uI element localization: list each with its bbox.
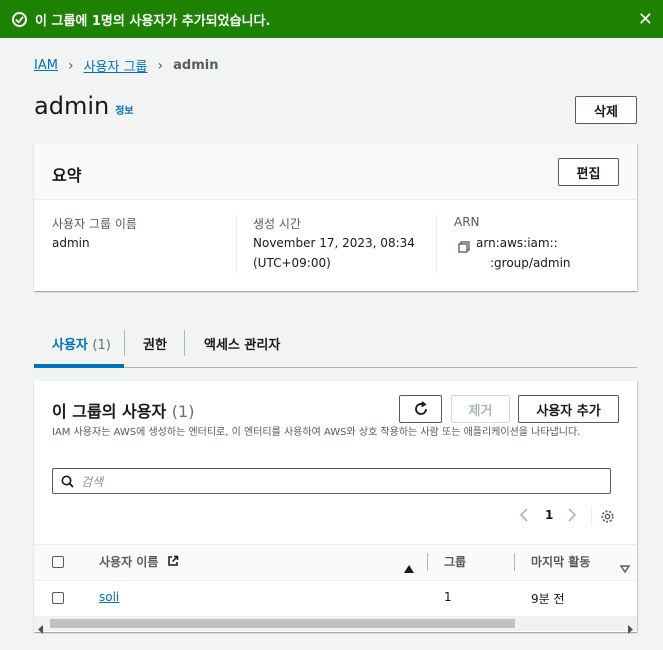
tab-bar: 사용자 (1) 권한 액세스 관리자 [34,320,637,368]
tab-users-count: (1) [92,338,111,353]
tab-access-advisor[interactable]: 액세스 관리자 [204,334,280,353]
tab-users[interactable]: 사용자 (1) [52,334,111,353]
row-checkbox[interactable] [52,592,64,604]
next-page-icon[interactable] [567,507,577,527]
created-time-label: 생성 시간 [253,217,301,231]
copy-icon[interactable] [458,238,470,257]
chevron-right-icon: › [67,57,74,74]
summary-title: 요약 [52,166,82,185]
scroll-left-icon[interactable] [38,619,44,638]
previous-page-icon[interactable] [519,507,529,527]
close-icon[interactable]: ✕ [638,9,653,30]
refresh-icon [414,401,427,415]
success-flash-banner: 이 그룹에 1명의 사용자가 추가되었습니다. ✕ [0,0,663,38]
gear-icon[interactable] [600,509,615,528]
active-tab-indicator [34,364,124,368]
page-number[interactable]: 1 [545,508,553,522]
horizontal-scrollbar[interactable] [34,616,637,634]
external-link-icon [167,555,178,566]
users-panel-title-text: 이 그룹의 사용자 [52,402,167,421]
tab-permissions[interactable]: 권한 [143,334,167,353]
info-link[interactable]: 정보 [115,106,133,117]
users-panel-description: IAM 사용자는 AWS에 생성하는 엔터티로, 이 엔터티를 사용하여 AWS… [52,427,581,438]
tab-divider [124,330,125,356]
search-icon [61,475,74,491]
column-user-name-label: 사용자 이름 [99,555,159,569]
user-last-activity: 9분 전 [531,592,565,606]
select-all-checkbox[interactable] [52,556,64,568]
edit-button[interactable]: 편집 [558,158,619,186]
column-last-activity[interactable]: 마지막 활동 [531,553,590,570]
remove-button[interactable]: 제거 [451,395,510,423]
created-time-value: November 17, 2023, 08:34 [253,236,415,250]
column-divider [514,553,515,571]
scrollbar-thumb[interactable] [50,619,515,628]
column-groups[interactable]: 그룹 [444,553,466,570]
sort-ascending-icon[interactable] [404,558,414,577]
page-title-text: admin [34,92,110,120]
delete-button[interactable]: 삭제 [575,96,637,124]
breadcrumb-current: admin [173,58,219,73]
breadcrumb-iam-link[interactable]: IAM [34,58,58,73]
column-divider [436,214,437,274]
users-count: (1) [171,402,195,421]
page-title: admin 정보 [34,92,134,120]
summary-header [34,144,637,200]
arn-value-line2: :group/admin [490,256,571,270]
group-name-value: admin [52,236,90,250]
sort-icon[interactable] [619,558,631,577]
user-name-link[interactable]: soli [99,590,119,604]
user-groups-count: 1 [444,590,452,604]
flash-message: 이 그룹에 1명의 사용자가 추가되었습니다. [35,13,271,29]
scroll-right-icon[interactable] [627,619,633,638]
search-input[interactable]: 검색 [52,468,611,494]
check-circle-icon [12,11,27,27]
refresh-button[interactable] [399,395,442,423]
chevron-right-icon: › [157,57,164,74]
users-panel-title: 이 그룹의 사용자 (1) [52,398,194,422]
arn-value-line1: arn:aws:iam:: [476,236,558,250]
tab-users-label: 사용자 [52,338,88,353]
search-placeholder: 검색 [81,474,104,489]
breadcrumb: IAM › 사용자 그룹 › admin [34,56,219,76]
add-users-button[interactable]: 사용자 추가 [518,395,619,423]
breadcrumb-user-groups-link[interactable]: 사용자 그룹 [84,56,148,75]
summary-panel: 요약 편집 사용자 그룹 이름 admin 생성 시간 November 17,… [34,144,637,291]
tab-divider [184,330,185,356]
pagination-divider [591,506,592,526]
created-time-timezone: (UTC+09:00) [253,256,331,270]
arn-label: ARN [454,215,480,229]
column-divider [236,214,237,274]
column-user-name[interactable]: 사용자 이름 [99,553,179,570]
group-name-label: 사용자 그룹 이름 [52,217,137,231]
column-divider [427,553,428,571]
